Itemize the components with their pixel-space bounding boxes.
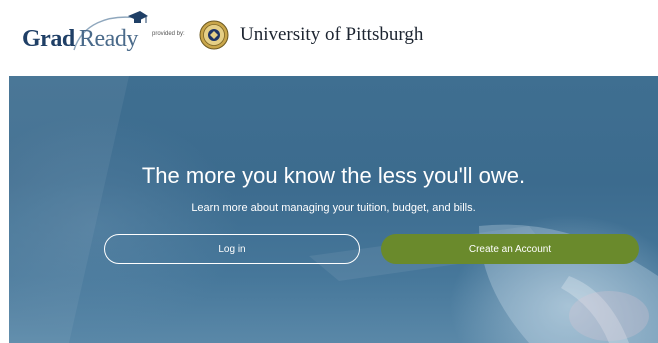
- university-seal-icon[interactable]: [199, 20, 229, 50]
- create-account-label: Create an Account: [468, 243, 552, 255]
- site-header: Grad Ready provided by: University of Pi…: [0, 0, 658, 76]
- log-in-label: Log in: [218, 243, 246, 255]
- graduation-cap-icon: [128, 11, 148, 23]
- gradready-logo[interactable]: Grad Ready: [22, 10, 148, 65]
- create-account-button[interactable]: Create an Account: [381, 234, 639, 264]
- log-in-button[interactable]: Log in: [104, 234, 360, 264]
- hero-headline: The more you know the less you'll owe.: [141, 163, 526, 188]
- logo-grad-text: Grad: [22, 26, 75, 52]
- logo-ready-text: Ready: [79, 26, 138, 52]
- provided-by-label: provided by:: [152, 31, 185, 37]
- hero-subline: Learn more about managing your tuition, …: [191, 202, 476, 214]
- university-name: University of Pittsburgh: [240, 24, 424, 45]
- hero-banner: The more you know the less you'll owe. L…: [9, 76, 658, 343]
